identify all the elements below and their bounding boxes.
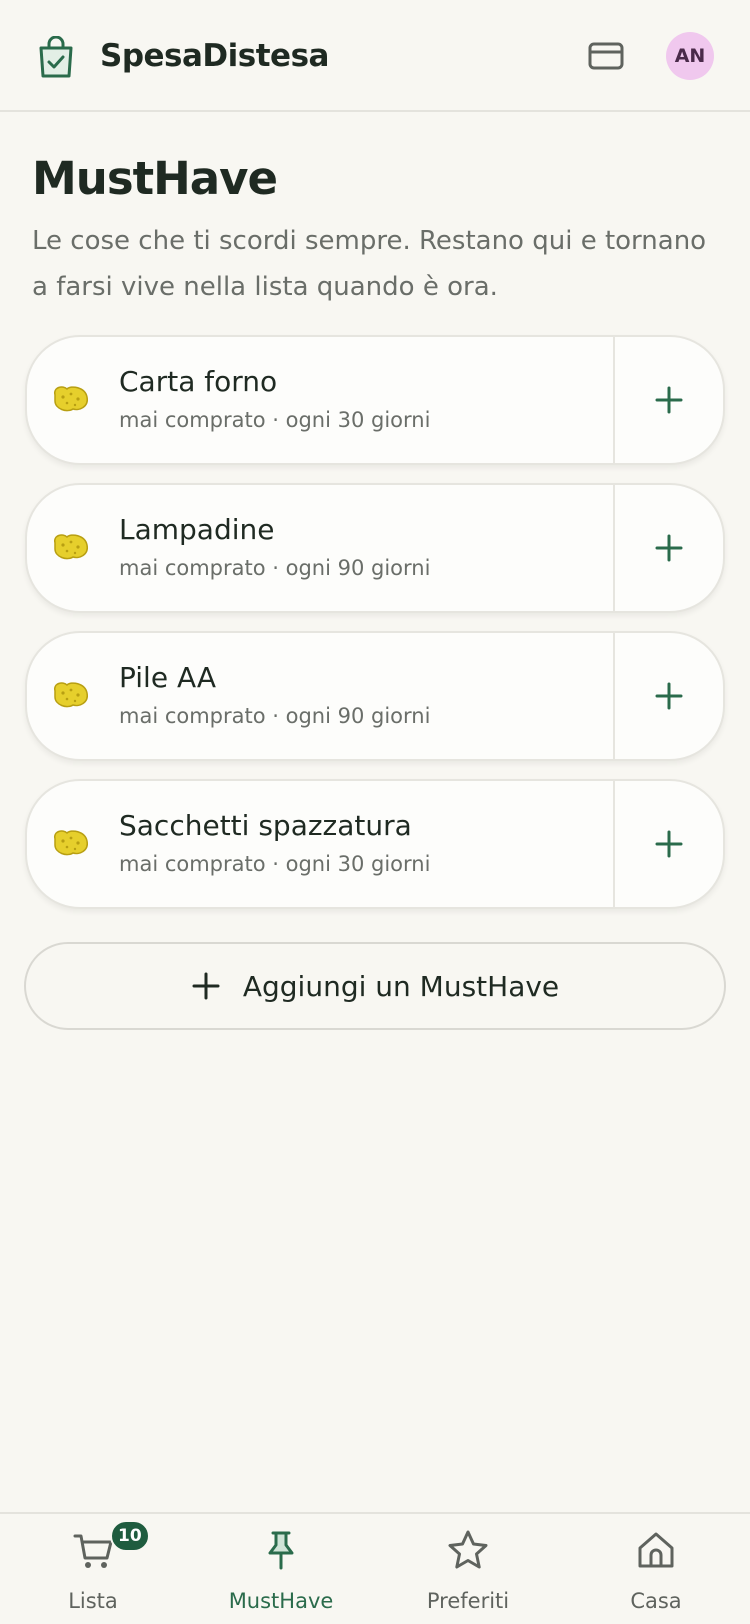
nav-label: Casa [630, 1589, 682, 1613]
add-musthave-button[interactable]: Aggiungi un MustHave [24, 942, 726, 1030]
avatar[interactable]: AN [666, 32, 714, 80]
list-item: Lampadine mai comprato · ogni 90 giorni [25, 483, 725, 613]
nav-label: MustHave [228, 1589, 334, 1613]
sponge-icon [54, 682, 88, 708]
list-item: Carta forno mai comprato · ogni 30 giorn… [25, 335, 725, 465]
home-icon [638, 1532, 674, 1568]
musthave-item-sacchetti-spazzatura[interactable]: Sacchetti spazzatura mai comprato · ogni… [27, 781, 613, 907]
credit-card-icon[interactable] [586, 38, 626, 74]
add-musthave-label: Aggiungi un MustHave [242, 969, 560, 1003]
star-icon [448, 1530, 488, 1569]
musthave-list: Carta forno mai comprato · ogni 30 giorn… [25, 335, 725, 927]
add-to-list-button[interactable] [613, 485, 723, 611]
musthave-item-pile-aa[interactable]: Pile AA mai comprato · ogni 90 giorni [27, 633, 613, 759]
sponge-icon [54, 830, 88, 856]
plus-icon [655, 386, 683, 414]
sponge-icon [54, 386, 88, 412]
sponge-icon [54, 534, 88, 560]
add-to-list-button[interactable] [613, 633, 723, 759]
nav-item-casa[interactable]: Casa [581, 1514, 731, 1624]
cart-icon [73, 1534, 113, 1568]
item-meta: mai comprato · ogni 90 giorni [119, 556, 431, 580]
item-name: Carta forno [119, 365, 278, 398]
nav-item-preferiti[interactable]: Preferiti [393, 1514, 543, 1624]
item-meta: mai comprato · ogni 90 giorni [119, 704, 431, 728]
musthave-item-lampadine[interactable]: Lampadine mai comprato · ogni 90 giorni [27, 485, 613, 611]
plus-icon [655, 830, 683, 858]
page-title: MustHave [32, 152, 278, 205]
app-title: SpesaDistesa [100, 38, 329, 74]
page-description: Le cose che ti scordi sempre. Restano qu… [32, 226, 707, 302]
plus-icon [655, 682, 683, 710]
add-to-list-button[interactable] [613, 337, 723, 463]
item-name: Pile AA [119, 661, 217, 694]
nav-label: Lista [68, 1589, 118, 1613]
shopping-bag-check-icon [39, 36, 73, 78]
bottom-navigation: 10 Lista MustHave Preferiti Casa [0, 1512, 750, 1624]
item-meta: mai comprato · ogni 30 giorni [119, 852, 431, 876]
nav-item-musthave[interactable]: MustHave [206, 1514, 356, 1624]
item-name: Sacchetti spazzatura [119, 809, 412, 842]
nav-label: Preferiti [426, 1589, 510, 1613]
musthave-item-carta-forno[interactable]: Carta forno mai comprato · ogni 30 giorn… [27, 337, 613, 463]
item-meta: mai comprato · ogni 30 giorni [119, 408, 431, 432]
list-item: Pile AA mai comprato · ogni 90 giorni [25, 631, 725, 761]
pin-icon [268, 1531, 294, 1570]
plus-icon [192, 972, 220, 1000]
top-app-bar: SpesaDistesa AN [0, 0, 750, 112]
list-item: Sacchetti spazzatura mai comprato · ogni… [25, 779, 725, 909]
add-to-list-button[interactable] [613, 781, 723, 907]
cart-count-badge: 10 [110, 1520, 150, 1552]
nav-item-lista[interactable]: 10 Lista [18, 1514, 168, 1624]
item-name: Lampadine [119, 513, 275, 546]
plus-icon [655, 534, 683, 562]
